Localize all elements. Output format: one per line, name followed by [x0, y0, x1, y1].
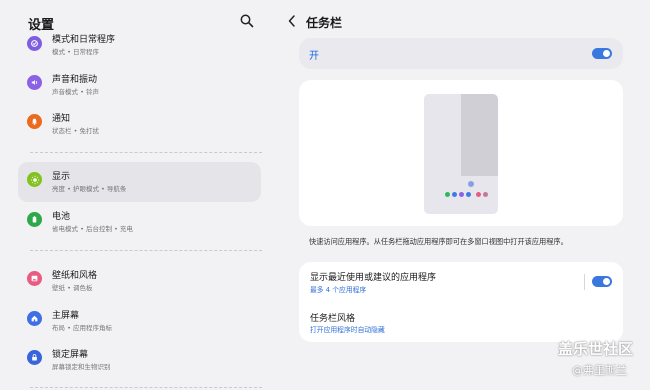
settings-list-pane: 设置 模式和日常程序 模式 • 日常程序 声音和振动 声音模式 • 铃声 通知 … — [0, 0, 276, 390]
sidebar-item-label: 显示 — [52, 172, 71, 182]
sidebar-item-label: 壁纸和风格 — [52, 271, 98, 281]
floating-app-dot — [468, 181, 474, 187]
sidebar-item-subtitle: 亮度 • 护眼模式 • 导航条 — [52, 185, 127, 193]
sidebar-item-wallpaper[interactable]: 壁纸和风格 壁纸 • 调色板 — [18, 261, 261, 301]
taskbar-app-dot — [483, 192, 488, 197]
toggle-knob — [603, 50, 610, 57]
option-subtitle: 最多 4 个应用程序 — [310, 286, 367, 294]
section-divider — [30, 250, 262, 251]
page-title: 任务栏 — [306, 16, 343, 30]
sidebar-item-label: 通知 — [52, 114, 71, 124]
section-divider — [30, 152, 262, 153]
sidebar-item-notifications[interactable]: 通知 状态栏 • 免打扰 — [18, 104, 261, 144]
split-window-panel — [461, 94, 498, 176]
sidebar-item-subtitle: 省电模式 • 后台控制 • 充电 — [52, 225, 133, 233]
lock-icon — [27, 350, 42, 365]
taskbar-app-dot — [466, 192, 471, 197]
sidebar-item-sound[interactable]: 声音和振动 声音模式 • 铃声 — [18, 65, 261, 105]
sidebar-item-subtitle: 屏幕锁定和生物识别 — [52, 363, 111, 371]
sidebar-item-label: 声音和振动 — [52, 75, 98, 85]
sidebar-item-label: 主屏幕 — [52, 311, 80, 321]
option-title: 显示最近使用或建议的应用程序 — [310, 273, 437, 283]
option-separator — [584, 274, 585, 290]
taskbar-settings-pane: 任务栏 开 快速访问应用程序。从任务栏拖动应用程序即可在多窗口视图中打开该应用程… — [276, 0, 650, 390]
toggle-knob — [603, 278, 610, 285]
chevron-left-icon — [288, 15, 295, 27]
option-subtitle: 打开应用程序时自动隐藏 — [310, 326, 385, 334]
option-title: 任务栏风格 — [310, 314, 356, 324]
sidebar-item-display[interactable]: 显示 亮度 • 护眼模式 • 导航条 — [18, 162, 261, 202]
back-button[interactable] — [286, 13, 298, 29]
sidebar-item-subtitle: 布局 • 应用程序角标 — [52, 324, 112, 332]
sidebar-item-subtitle: 模式 • 日常程序 — [52, 48, 99, 56]
feature-description: 快速访问应用程序。从任务栏拖动应用程序即可在多窗口视图中打开该应用程序。 — [309, 237, 568, 246]
taskbar-app-dot — [476, 192, 481, 197]
master-switch-label: 开 — [309, 51, 319, 62]
taskbar-app-dots — [445, 192, 488, 197]
recent-apps-toggle[interactable] — [592, 276, 612, 287]
taskbar-preview-card — [299, 80, 623, 226]
battery-icon — [27, 212, 42, 227]
wallpaper-icon — [27, 271, 42, 286]
sidebar-item-label: 锁定屏幕 — [52, 350, 89, 360]
modes-icon — [27, 36, 42, 51]
sidebar-item-modes[interactable]: 模式和日常程序 模式 • 日常程序 — [18, 26, 261, 66]
sidebar-item-subtitle: 状态栏 • 免打扰 — [52, 127, 99, 135]
sidebar-item-subtitle: 声音模式 • 铃声 — [52, 88, 99, 96]
master-toggle[interactable] — [592, 48, 612, 59]
home-icon — [27, 311, 42, 326]
taskbar-app-dot — [452, 192, 457, 197]
taskbar-app-dot — [445, 192, 450, 197]
taskbar-options-card: 显示最近使用或建议的应用程序 最多 4 个应用程序 任务栏风格 打开应用程序时自… — [299, 262, 623, 342]
sidebar-item-lock-screen[interactable]: 锁定屏幕 屏幕锁定和生物识别 — [18, 340, 261, 380]
watermark-user: @弗里斯兰 — [572, 364, 627, 377]
watermark-community: 盖乐世社区 — [558, 340, 634, 358]
sidebar-item-label: 模式和日常程序 — [52, 35, 116, 45]
sidebar-item-battery[interactable]: 电池 省电模式 • 后台控制 • 充电 — [18, 202, 261, 242]
sidebar-item-label: 电池 — [52, 212, 71, 222]
section-divider — [30, 387, 262, 388]
speaker-icon — [27, 75, 42, 90]
master-switch-bar[interactable]: 开 — [299, 38, 623, 69]
sidebar-item-subtitle: 壁纸 • 调色板 — [52, 284, 93, 292]
taskbar-app-dot — [459, 192, 464, 197]
sun-icon — [27, 172, 42, 187]
sidebar-item-home-screen[interactable]: 主屏幕 布局 • 应用程序角标 — [18, 301, 261, 341]
bell-icon — [27, 114, 42, 129]
